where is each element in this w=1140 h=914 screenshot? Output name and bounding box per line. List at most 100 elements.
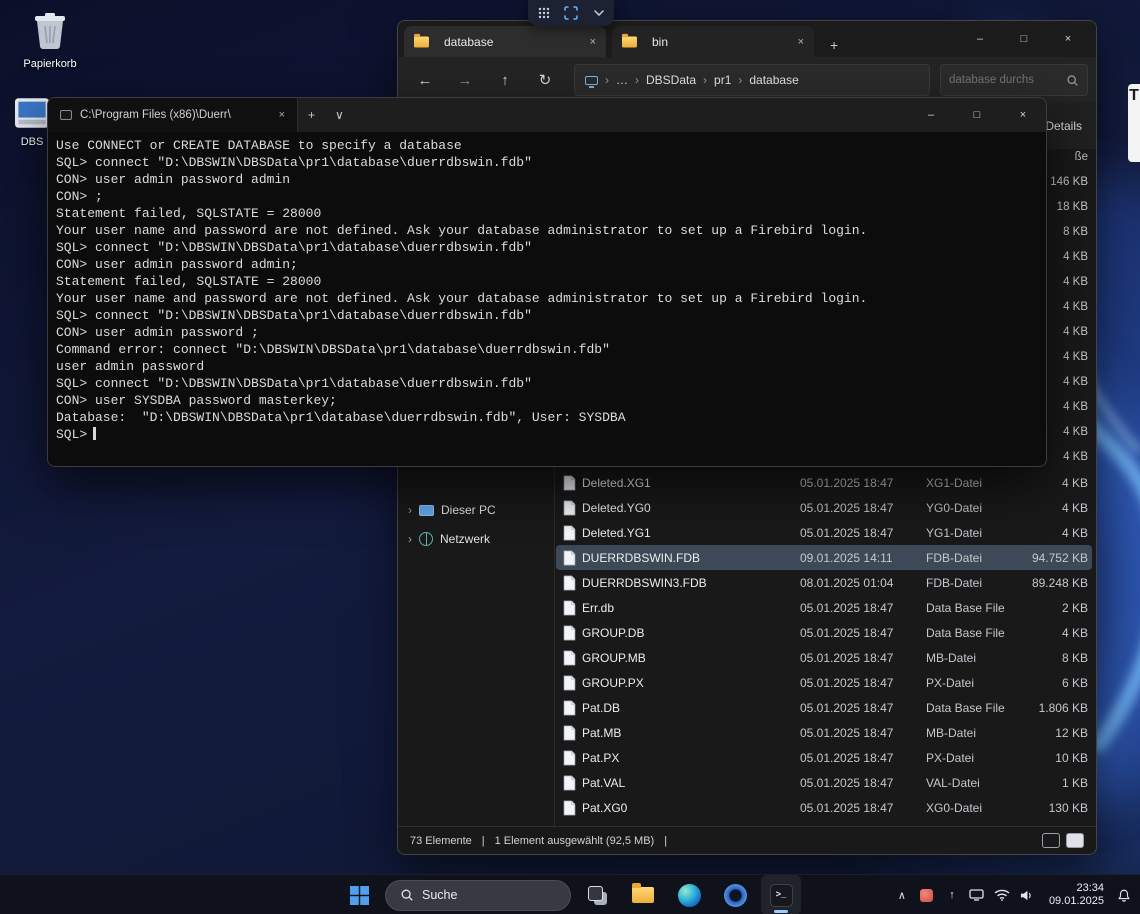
start-button[interactable] [339,875,379,914]
file-name: DUERRDBSWIN.FDB [582,551,800,565]
close-tab-icon[interactable]: × [798,36,804,48]
wifi-icon[interactable] [994,887,1010,903]
file-type: FDB-Datei [926,576,1026,590]
file-row[interactable]: Pat.VAL 05.01.2025 18:47 VAL-Datei 1 KB [556,770,1092,795]
details-view-toggle-icon[interactable] [1066,833,1084,848]
file-date: 05.01.2025 18:47 [800,476,926,490]
new-tab-button[interactable]: + [298,108,325,122]
breadcrumb-item-dbsdata[interactable]: DBSData [646,73,696,87]
file-type: Data Base File [926,601,1026,615]
file-date: 08.01.2025 01:04 [800,576,926,590]
file-row[interactable]: Pat.MB 05.01.2025 18:47 MB-Datei 12 KB [556,720,1092,745]
file-date: 05.01.2025 18:47 [800,676,926,690]
display-icon[interactable] [969,887,985,903]
file-icon [556,750,582,766]
maximize-button[interactable]: □ [1002,21,1046,57]
notification-bell-icon[interactable] [1116,887,1132,903]
file-size: 94.752 KB [1026,551,1088,565]
refresh-button[interactable]: ↻ [526,63,564,97]
task-view-button[interactable] [577,875,617,914]
file-row[interactable]: Deleted.YG0 05.01.2025 18:47 YG0-Datei 4… [556,495,1092,520]
file-size: 8 KB [1026,651,1088,665]
file-explorer-button[interactable] [623,875,663,914]
up-button[interactable]: ↑ [486,63,524,97]
taskbar: Suche >_ ∧ ↑ 23:34 09.01.2025 [0,874,1140,914]
file-size: 10 KB [1026,751,1088,765]
dbs-app-icon [15,98,49,128]
tray-app-icon[interactable] [919,887,935,903]
this-pc-icon [419,505,434,516]
breadcrumb-item-database[interactable]: database [749,73,798,87]
desktop-icon-recycle-bin[interactable]: Papierkorb [12,10,88,70]
copilot-button[interactable] [715,875,755,914]
file-row[interactable]: Err.db 05.01.2025 18:47 Data Base File 2… [556,595,1092,620]
file-name: GROUP.PX [582,676,800,690]
volume-icon[interactable] [1019,887,1035,903]
file-row[interactable]: Pat.XG0 05.01.2025 18:47 XG0-Datei 130 K… [556,795,1092,820]
item-count: 73 Elemente [410,835,472,847]
minimize-button[interactable]: – [958,21,1002,57]
close-tab-icon[interactable]: × [590,36,596,48]
terminal-button[interactable]: >_ [761,875,801,914]
offscreen-window-edge[interactable]: T [1128,84,1140,162]
sidebar-item-netzwerk[interactable]: › Netzwerk [404,526,550,552]
terminal-title-bar[interactable]: C:\Program Files (x86)\Duerr\ × + ∨ – □ … [48,98,1046,132]
tab-dropdown-icon[interactable]: ∨ [325,108,354,122]
breadcrumb[interactable]: › … › DBSData › pr1 › database [574,64,930,96]
status-separator: | [664,835,667,847]
tab-label: database [444,35,493,49]
terminal-tab-title: C:\Program Files (x86)\Duerr\ [80,109,231,121]
terminal-tab[interactable]: C:\Program Files (x86)\Duerr\ × [48,98,298,132]
close-button[interactable]: × [1046,21,1090,57]
file-type: Data Base File [926,626,1026,640]
new-tab-button[interactable]: + [820,37,848,57]
folder-icon [414,36,429,47]
file-row[interactable]: DUERRDBSWIN.FDB 09.01.2025 14:11 FDB-Dat… [556,545,1092,570]
file-size: 4 KB [1026,626,1088,640]
chevron-right-icon[interactable]: › [408,532,412,546]
view-toggles [1042,833,1084,848]
file-date: 05.01.2025 18:47 [800,701,926,715]
terminal-output[interactable]: Use CONNECT or CREATE DATABASE to specif… [48,132,1046,443]
maximize-button[interactable]: □ [954,98,1000,132]
file-row[interactable]: Deleted.YG1 05.01.2025 18:47 YG1-Datei 4… [556,520,1092,545]
file-type: YG0-Datei [926,501,1026,515]
file-icon [556,700,582,716]
file-name: Pat.MB [582,726,800,740]
terminal-line: Your user name and password are not defi… [56,222,1046,239]
list-view-toggle-icon[interactable] [1042,833,1060,848]
terminal-line: SQL> connect "D:\DBSWIN\DBSData\pr1\data… [56,154,1046,171]
chevron-right-icon[interactable]: › [408,503,412,517]
edge-button[interactable] [669,875,709,914]
taskbar-search[interactable]: Suche [385,880,571,911]
file-type: MB-Datei [926,651,1026,665]
file-date: 05.01.2025 18:47 [800,726,926,740]
forward-button[interactable]: → [446,63,484,97]
close-button[interactable]: × [1000,98,1046,132]
breadcrumb-item-ellipsis[interactable]: … [616,73,628,87]
tab-bin[interactable]: bin × [612,26,814,57]
close-tab-icon[interactable]: × [279,109,285,121]
search-input[interactable] [949,74,1060,86]
chevron-down-icon[interactable] [587,3,611,23]
breadcrumb-item-pr1[interactable]: pr1 [714,73,731,87]
file-row[interactable]: GROUP.PX 05.01.2025 18:47 PX-Datei 6 KB [556,670,1092,695]
sidebar-item-dieser-pc[interactable]: › Dieser PC [404,497,550,523]
back-button[interactable]: ← [406,63,444,97]
upload-status-icon[interactable]: ↑ [944,887,960,903]
tab-database[interactable]: database × [404,26,606,57]
file-row[interactable]: GROUP.MB 05.01.2025 18:47 MB-Datei 8 KB [556,645,1092,670]
explorer-search-box[interactable] [940,64,1088,96]
terminal-lines: Use CONNECT or CREATE DATABASE to specif… [56,137,1046,426]
grid-icon[interactable] [532,3,556,23]
file-row[interactable]: Pat.PX 05.01.2025 18:47 PX-Datei 10 KB [556,745,1092,770]
clock[interactable]: 23:34 09.01.2025 [1049,882,1104,908]
file-row[interactable]: Pat.DB 05.01.2025 18:47 Data Base File 1… [556,695,1092,720]
minimize-button[interactable]: – [908,98,954,132]
file-row[interactable]: GROUP.DB 05.01.2025 18:47 Data Base File… [556,620,1092,645]
folder-icon [622,36,637,47]
file-row[interactable]: Deleted.XG1 05.01.2025 18:47 XG1-Datei 4… [556,470,1092,495]
file-row[interactable]: DUERRDBSWIN3.FDB 08.01.2025 01:04 FDB-Da… [556,570,1092,595]
snip-region-icon[interactable] [559,3,583,23]
hidden-icons-chevron-icon[interactable]: ∧ [894,887,910,903]
